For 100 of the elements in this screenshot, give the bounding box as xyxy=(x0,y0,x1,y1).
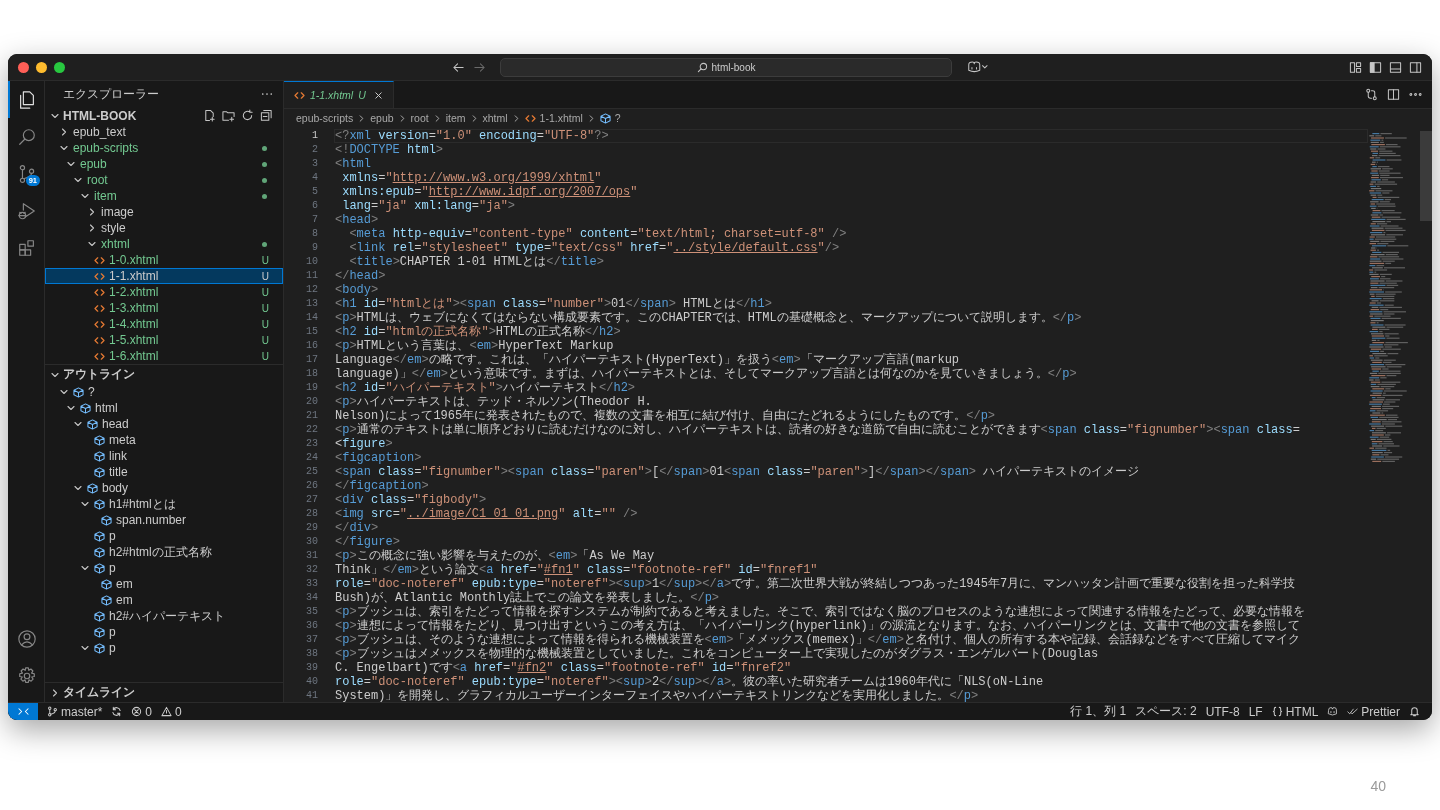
outline-item[interactable]: p xyxy=(45,560,283,576)
outline-label: p xyxy=(109,529,116,543)
tree-item[interactable]: item xyxy=(45,188,283,204)
tree-item[interactable]: epub xyxy=(45,156,283,172)
outline-item[interactable]: p xyxy=(45,624,283,640)
breadcrumb-item[interactable]: xhtml xyxy=(482,112,508,124)
tree-item[interactable]: 1-4.xhtml U xyxy=(45,316,283,332)
back-arrow-icon[interactable] xyxy=(452,60,465,74)
outline-item[interactable]: head xyxy=(45,416,283,432)
copilot-icon[interactable] xyxy=(1327,706,1339,717)
chevron-down-icon[interactable] xyxy=(73,419,83,429)
status-letter: U xyxy=(261,270,269,282)
sync-icon[interactable] xyxy=(111,706,123,717)
tree-item[interactable]: epub_text xyxy=(45,124,283,140)
breadcrumb-item[interactable]: epub-scripts xyxy=(296,112,354,124)
errors-count[interactable]: 0 xyxy=(131,704,153,719)
forward-arrow-icon[interactable] xyxy=(473,60,486,74)
outline-item[interactable]: body xyxy=(45,480,283,496)
account-icon[interactable] xyxy=(17,628,37,649)
chevron-down-icon[interactable] xyxy=(66,403,76,413)
chevron-right-icon[interactable] xyxy=(87,207,97,217)
outline-item[interactable]: em xyxy=(45,576,283,592)
minimize-window-button[interactable] xyxy=(36,61,47,73)
more-icon[interactable] xyxy=(261,92,273,96)
breadcrumb-item[interactable]: 1-1.xhtml xyxy=(539,112,583,124)
chevron-down-icon[interactable] xyxy=(73,175,83,185)
outline-label: link xyxy=(109,449,127,463)
remote-button[interactable] xyxy=(8,703,38,720)
chevron-down-icon[interactable] xyxy=(80,499,90,509)
prettier-button[interactable]: Prettier xyxy=(1347,704,1400,719)
section-header[interactable]: アウトライン xyxy=(63,366,135,383)
chevron-down-icon[interactable] xyxy=(66,159,76,169)
section-header[interactable]: HTML-BOOK xyxy=(63,108,137,123)
chevron-down-icon[interactable] xyxy=(80,563,90,573)
notifications-icon[interactable] xyxy=(1409,706,1420,717)
tree-item[interactable]: root xyxy=(45,172,283,188)
scrollbar[interactable] xyxy=(1420,131,1432,221)
new-folder-icon[interactable] xyxy=(222,109,235,122)
settings-icon[interactable] xyxy=(17,665,37,686)
chevron-down-icon[interactable] xyxy=(73,483,83,493)
chevron-down-icon[interactable] xyxy=(87,239,97,249)
outline-item[interactable]: title xyxy=(45,464,283,480)
chevron-down-icon[interactable] xyxy=(80,643,90,653)
chevron-down-icon[interactable] xyxy=(59,143,69,153)
editor-tab[interactable]: 1-1.xhtml U xyxy=(284,81,394,108)
chevron-right-icon[interactable] xyxy=(50,687,60,698)
toggle-sidebar-icon[interactable] xyxy=(1369,60,1382,74)
breadcrumb-item[interactable]: root xyxy=(410,112,429,124)
chevron-down-icon[interactable] xyxy=(59,387,69,397)
language-mode-button[interactable]: HTML xyxy=(1271,704,1319,719)
outline-item[interactable]: h1#htmlとは xyxy=(45,496,283,512)
tree-item[interactable]: xhtml xyxy=(45,236,283,252)
close-window-button[interactable] xyxy=(18,61,29,73)
tree-item[interactable]: 1-1.xhtml U xyxy=(45,268,283,284)
outline-item[interactable]: em xyxy=(45,592,283,608)
tree-item[interactable]: 1-3.xhtml U xyxy=(45,300,283,316)
breadcrumb-item[interactable]: item xyxy=(445,112,466,124)
outline-item[interactable]: ? xyxy=(45,384,283,400)
collapse-all-icon[interactable] xyxy=(260,109,273,122)
chevron-down-icon[interactable] xyxy=(80,191,90,201)
chevron-right-icon[interactable] xyxy=(59,127,69,137)
command-search-field[interactable]: html-book xyxy=(500,57,952,77)
outline-item[interactable]: span.number xyxy=(45,512,283,528)
zoom-window-button[interactable] xyxy=(54,61,65,73)
close-icon[interactable] xyxy=(373,90,383,100)
status-item[interactable]: スペース: 2 xyxy=(1135,703,1197,720)
tree-item[interactable]: 1-2.xhtml U xyxy=(45,284,283,300)
tree-item[interactable]: 1-6.xhtml U xyxy=(45,348,283,364)
status-item[interactable]: UTF-8 xyxy=(1205,704,1240,719)
section-header[interactable]: タイムライン xyxy=(63,684,135,701)
split-editor-icon[interactable] xyxy=(1387,88,1400,101)
status-item[interactable]: 行 1、列 1 xyxy=(1070,703,1127,720)
outline-item[interactable]: meta xyxy=(45,432,283,448)
layout-icon[interactable] xyxy=(1349,60,1362,74)
toggle-panel-icon[interactable] xyxy=(1389,60,1402,74)
status-item[interactable]: LF xyxy=(1248,704,1263,719)
tree-item[interactable]: image xyxy=(45,204,283,220)
breadcrumb-item[interactable]: epub xyxy=(370,112,394,124)
refresh-icon[interactable] xyxy=(241,109,254,122)
outline-item[interactable]: html xyxy=(45,400,283,416)
breadcrumb-item[interactable]: ? xyxy=(614,112,621,124)
copilot-menu-icon[interactable] xyxy=(966,60,988,74)
outline-item[interactable]: p xyxy=(45,528,283,544)
code-line: <head> xyxy=(335,213,379,227)
outline-item[interactable]: link xyxy=(45,448,283,464)
tree-item[interactable]: 1-5.xhtml U xyxy=(45,332,283,348)
outline-item[interactable]: h2#ハイパーテキスト xyxy=(45,608,283,624)
tree-item[interactable]: style xyxy=(45,220,283,236)
warnings-count[interactable]: 0 xyxy=(161,704,182,719)
error-icon xyxy=(131,706,143,717)
outline-item[interactable]: p xyxy=(45,640,283,656)
branch-button[interactable]: master* xyxy=(47,704,103,719)
tree-item[interactable]: epub-scripts xyxy=(45,140,283,156)
new-file-icon[interactable] xyxy=(203,109,216,122)
chevron-right-icon[interactable] xyxy=(87,223,97,233)
compare-changes-icon[interactable] xyxy=(1365,88,1378,101)
tree-item[interactable]: 1-0.xhtml U xyxy=(45,252,283,268)
tree-item-label: 1-6.xhtml xyxy=(109,349,159,363)
toggle-secondary-sidebar-icon[interactable] xyxy=(1409,60,1422,74)
outline-item[interactable]: h2#htmlの正式名称 xyxy=(45,544,283,560)
